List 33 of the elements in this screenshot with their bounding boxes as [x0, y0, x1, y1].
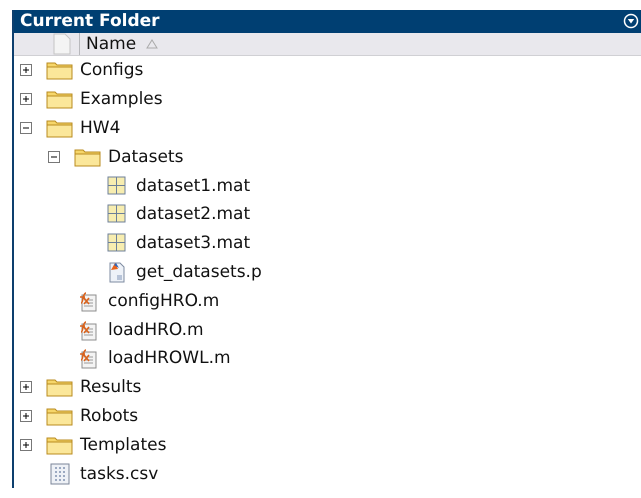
folder-icon — [74, 146, 102, 167]
expand-toggle[interactable] — [20, 381, 32, 394]
file-name[interactable]: get_datasets.p — [136, 262, 262, 282]
file-name[interactable]: Datasets — [108, 146, 184, 167]
name-column-header[interactable]: Name — [80, 32, 164, 56]
expand-toggle[interactable] — [20, 93, 32, 106]
file-name[interactable]: Templates — [80, 434, 166, 455]
file-name[interactable]: HW4 — [80, 118, 120, 138]
file-name[interactable]: dataset3.mat — [136, 233, 250, 254]
file-name[interactable]: configHRO.m — [108, 290, 220, 311]
file-name[interactable]: dataset1.mat — [136, 176, 250, 196]
expand-toggle[interactable] — [20, 64, 32, 76]
sort-arrow-icon — [146, 38, 158, 49]
collapse-toggle[interactable] — [20, 122, 32, 134]
file-name[interactable]: tasks.csv — [80, 464, 158, 484]
folder-icon — [46, 377, 74, 398]
file-name[interactable]: Robots — [80, 406, 138, 426]
file-name[interactable]: Configs — [80, 60, 144, 80]
folder-icon — [46, 434, 74, 455]
expand-toggle[interactable] — [20, 438, 32, 451]
file-name[interactable]: loadHRO.m — [108, 320, 204, 340]
panel-title: Current Folder — [20, 11, 160, 32]
dropdown-icon[interactable] — [623, 13, 639, 30]
expand-toggle[interactable] — [20, 410, 32, 422]
folder-icon — [46, 89, 74, 110]
file-name[interactable]: loadHROWL.m — [108, 348, 231, 368]
collapse-toggle[interactable] — [48, 150, 60, 163]
file-name[interactable]: Examples — [80, 89, 163, 110]
folder-icon — [46, 406, 74, 426]
file-name[interactable]: Results — [80, 377, 142, 398]
file-name[interactable]: dataset2.mat — [136, 204, 250, 224]
folder-icon — [46, 60, 74, 80]
folder-icon — [46, 118, 74, 138]
